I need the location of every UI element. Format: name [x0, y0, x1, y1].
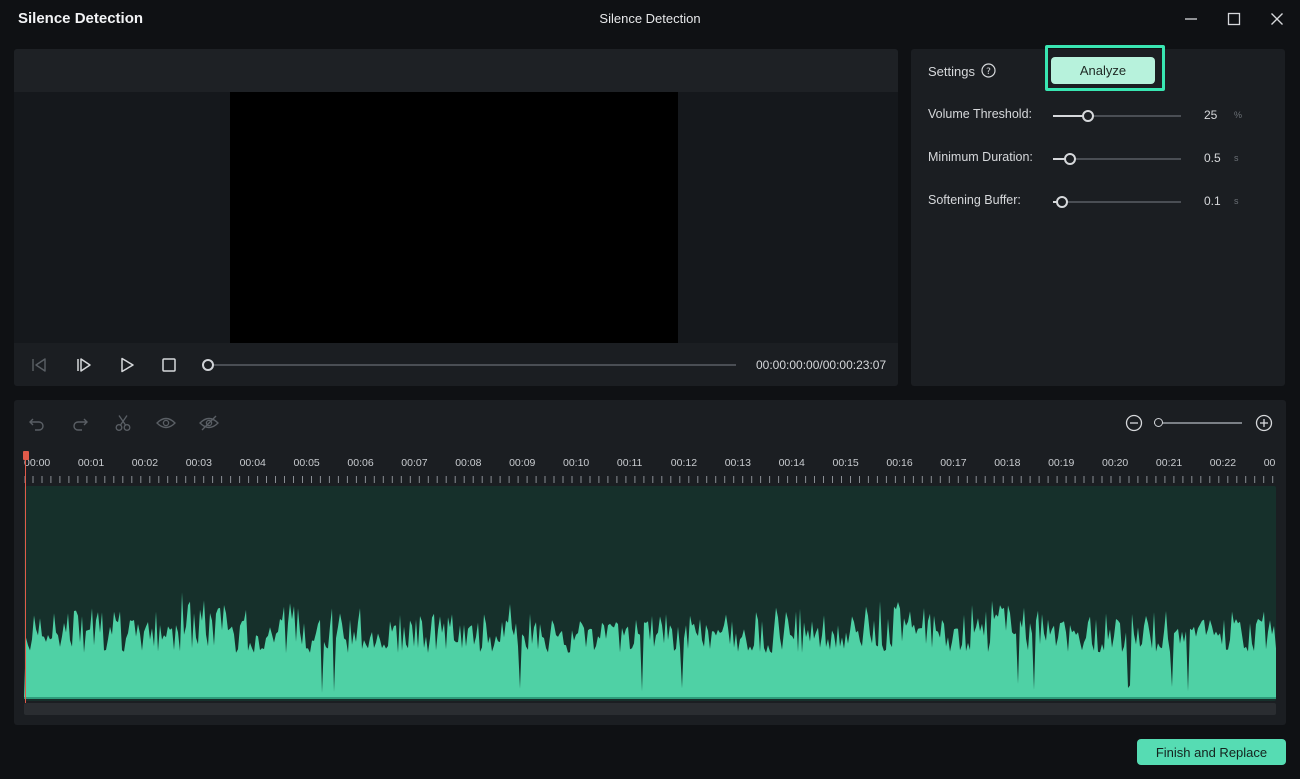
- stop-icon: [162, 358, 176, 372]
- softening-buffer-row: Softening Buffer: 0.1 s: [928, 191, 1268, 211]
- timecode: 00:00:00:00/00:00:23:07: [756, 358, 887, 372]
- softening-buffer-handle[interactable]: [1055, 196, 1068, 208]
- volume-threshold-row: Volume Threshold: 25 %: [928, 105, 1268, 125]
- progress-handle[interactable]: [202, 359, 214, 371]
- redo-icon: [73, 418, 88, 431]
- ruler-label: 00:18: [994, 457, 1021, 469]
- close-icon: [1271, 13, 1283, 25]
- help-icon[interactable]: ?: [981, 63, 996, 78]
- volume-threshold-unit: %: [1234, 110, 1243, 120]
- preview-panel: 00:00:00:00/00:00:23:07: [14, 49, 898, 386]
- volume-threshold-label: Volume Threshold:: [928, 107, 1032, 121]
- ruler-label: 00:08: [455, 457, 482, 469]
- maximize-button[interactable]: [1219, 6, 1249, 32]
- play-button[interactable]: [115, 353, 139, 377]
- ruler-label: 00:10: [563, 457, 590, 469]
- next-frame-icon: [77, 358, 91, 372]
- finish-and-replace-button[interactable]: Finish and Replace: [1137, 739, 1286, 765]
- minimum-duration-unit: s: [1234, 153, 1239, 163]
- eye-icon: [156, 417, 176, 429]
- ruler-label: 00:05: [293, 457, 320, 469]
- ruler-ticks: [24, 476, 1274, 483]
- zoom-handle[interactable]: [1154, 418, 1163, 427]
- undo-button[interactable]: [26, 412, 48, 434]
- previous-frame-button[interactable]: [27, 353, 51, 377]
- minimize-icon: [1185, 18, 1197, 20]
- audio-waveform: [24, 592, 1276, 699]
- ruler-label: 00:03: [185, 457, 212, 469]
- ruler-label: 00:13: [724, 457, 751, 469]
- close-button[interactable]: [1262, 6, 1292, 32]
- ruler-label: 00:07: [401, 457, 428, 469]
- playhead-handle[interactable]: [23, 451, 29, 460]
- playhead[interactable]: [25, 458, 26, 703]
- ruler-label: 00:16: [886, 457, 913, 469]
- redo-button[interactable]: [69, 412, 91, 434]
- play-icon: [121, 357, 134, 373]
- ruler-label: 00:06: [347, 457, 374, 469]
- volume-threshold-value[interactable]: 25: [1204, 108, 1217, 122]
- softening-buffer-value[interactable]: 0.1: [1204, 194, 1221, 208]
- hide-button[interactable]: [198, 412, 220, 434]
- stop-button[interactable]: [157, 353, 181, 377]
- ruler-label: 00:: [1263, 457, 1276, 469]
- volume-threshold-handle[interactable]: [1081, 110, 1094, 122]
- playback-progress[interactable]: [202, 359, 736, 371]
- audio-track[interactable]: [24, 486, 1276, 701]
- preview-header: [14, 49, 898, 92]
- time-ruler[interactable]: 00:00 00:01 00:02 00:03 00:04 00:05 00:06 00:07…: [24, 450, 1276, 486]
- ruler-label: 00:20: [1102, 457, 1129, 469]
- minimum-duration-handle[interactable]: [1063, 153, 1076, 165]
- zoom-in-icon[interactable]: [1255, 414, 1273, 432]
- ruler-label: 00:15: [832, 457, 859, 469]
- ruler-label: 00:04: [239, 457, 266, 469]
- video-preview[interactable]: [230, 92, 678, 343]
- split-button[interactable]: [112, 412, 134, 434]
- settings-label: Settings: [928, 64, 975, 79]
- ruler-label: 00:09: [509, 457, 536, 469]
- minimize-button[interactable]: [1176, 6, 1206, 32]
- ruler-label: 00:02: [131, 457, 159, 469]
- svg-text:?: ?: [986, 67, 991, 77]
- window-title: Silence Detection: [599, 11, 701, 26]
- next-frame-button[interactable]: [72, 353, 96, 377]
- analyze-button[interactable]: Analyze: [1051, 57, 1155, 84]
- zoom-out-icon[interactable]: [1125, 414, 1143, 432]
- title-bar: Silence Detection Silence Detection: [0, 0, 1300, 38]
- ruler-label: 00:21: [1155, 457, 1183, 469]
- volume-threshold-slider[interactable]: [1053, 110, 1181, 122]
- softening-buffer-label: Softening Buffer:: [928, 193, 1021, 207]
- softening-buffer-unit: s: [1234, 196, 1239, 206]
- ruler-label: 00:01: [77, 457, 105, 469]
- scissors-icon: [115, 415, 131, 431]
- ruler-label: 00:19: [1048, 457, 1075, 469]
- timeline-panel: 00:00 00:01 00:02 00:03 00:04 00:05 00:06 00:07…: [14, 400, 1286, 725]
- minimum-duration-label: Minimum Duration:: [928, 150, 1033, 164]
- minimum-duration-row: Minimum Duration: 0.5 s: [928, 148, 1268, 168]
- undo-icon: [29, 418, 44, 431]
- eye-off-icon: [199, 415, 219, 431]
- minimum-duration-value[interactable]: 0.5: [1204, 151, 1221, 165]
- settings-panel: Settings ? Analyze Volume Threshold: 25 …: [911, 45, 1285, 386]
- maximize-icon: [1227, 12, 1241, 26]
- playback-controls: 00:00:00:00/00:00:23:07: [14, 343, 898, 386]
- ruler-label: 00:11: [616, 457, 643, 469]
- ruler-label: 00:12: [670, 457, 698, 469]
- zoom-slider[interactable]: [1154, 418, 1242, 427]
- timeline-scrollbar[interactable]: [24, 703, 1276, 715]
- ruler-label: 00:14: [778, 457, 805, 469]
- previous-frame-icon: [32, 358, 46, 372]
- minimum-duration-slider[interactable]: [1053, 153, 1181, 165]
- ruler-label: 00:17: [940, 457, 967, 469]
- ruler-label: 00:22: [1209, 457, 1237, 469]
- softening-buffer-slider[interactable]: [1053, 196, 1181, 208]
- show-button[interactable]: [155, 412, 177, 434]
